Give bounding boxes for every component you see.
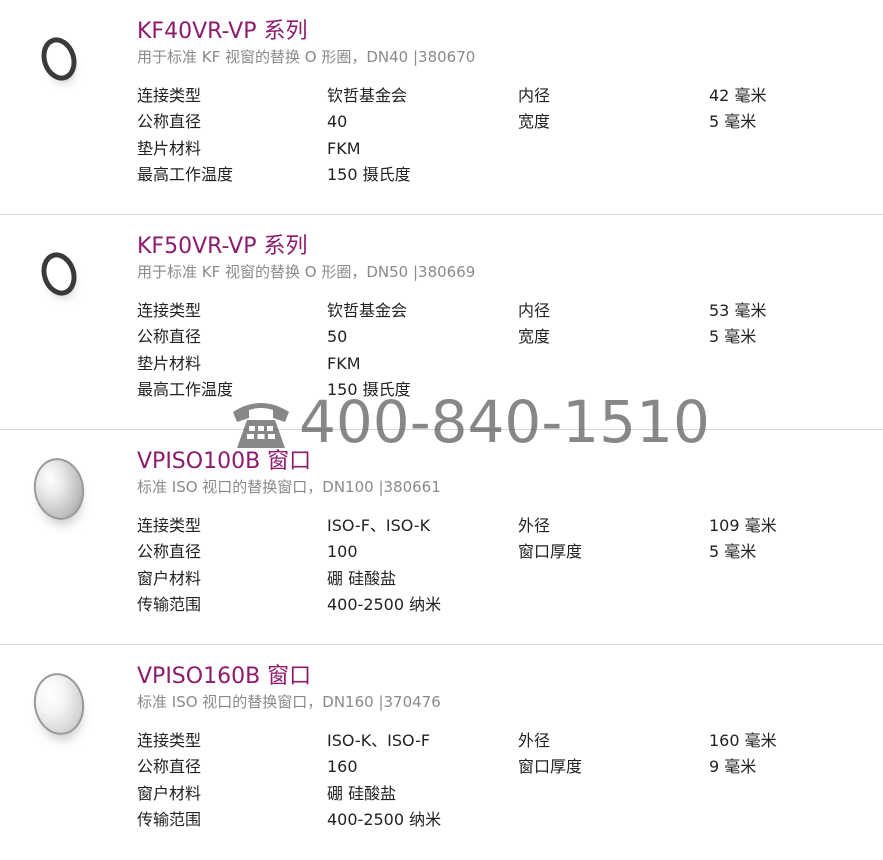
- spec-value: 钦哲基金会: [327, 301, 408, 320]
- spec-value: FKM: [327, 354, 361, 373]
- spec-label: 窗户材料: [137, 569, 202, 588]
- spec-value: 50: [327, 327, 348, 346]
- spec-label: 内径: [518, 86, 551, 105]
- spec-label: 宽度: [518, 112, 551, 131]
- spec-value: 109 毫米: [709, 516, 777, 535]
- spec-value: ISO-K、ISO-F: [327, 731, 431, 750]
- product-subtitle: 标准 ISO 视口的替换窗口，DN160 |370476: [137, 693, 441, 711]
- product-image[interactable]: [0, 434, 118, 544]
- product-title[interactable]: VPISO160B 窗口: [137, 662, 311, 692]
- spec-value: 100: [327, 542, 358, 561]
- spec-label: 垫片材料: [137, 354, 202, 373]
- spec-value: 9 毫米: [709, 757, 757, 776]
- spec-label: 垫片材料: [137, 139, 202, 158]
- product-card-kf40vr-vp: KF40VR-VP 系列 用于标准 KF 视窗的替换 O 形圈，DN40 |38…: [0, 0, 883, 215]
- window-disc-icon: [28, 454, 90, 524]
- product-title[interactable]: KF50VR-VP 系列: [137, 232, 307, 262]
- spec-label: 公称直径: [137, 757, 202, 776]
- window-disc-icon: [28, 669, 90, 739]
- spec-label: 传输范围: [137, 810, 202, 829]
- product-card-vpiso160b: VPISO160B 窗口 标准 ISO 视口的替换窗口，DN160 |37047…: [0, 645, 883, 860]
- spec-value: ISO-F、ISO-K: [327, 516, 431, 535]
- spec-value: 150 摄氏度: [327, 380, 411, 399]
- spec-value: 160 毫米: [709, 731, 777, 750]
- spec-value: 400-2500 纳米: [327, 810, 442, 829]
- product-image[interactable]: [0, 4, 118, 114]
- spec-label: 外径: [518, 516, 551, 535]
- spec-value: 42 毫米: [709, 86, 767, 105]
- spec-label: 连接类型: [137, 516, 202, 535]
- spec-label: 连接类型: [137, 731, 202, 750]
- spec-value: 160: [327, 757, 358, 776]
- spec-value: 钦哲基金会: [327, 86, 408, 105]
- spec-value: 5 毫米: [709, 542, 757, 561]
- product-image[interactable]: [0, 219, 118, 329]
- product-subtitle: 用于标准 KF 视窗的替换 O 形圈，DN50 |380669: [137, 263, 476, 281]
- spec-label: 最高工作温度: [137, 380, 234, 399]
- spec-label: 连接类型: [137, 301, 202, 320]
- spec-label: 传输范围: [137, 595, 202, 614]
- spec-value: 40: [327, 112, 348, 131]
- spec-label: 公称直径: [137, 542, 202, 561]
- spec-label: 连接类型: [137, 86, 202, 105]
- spec-value: 400-2500 纳米: [327, 595, 442, 614]
- spec-value: 5 毫米: [709, 112, 757, 131]
- spec-value: 53 毫米: [709, 301, 767, 320]
- spec-value: 150 摄氏度: [327, 165, 411, 184]
- spec-value: FKM: [327, 139, 361, 158]
- product-subtitle: 标准 ISO 视口的替换窗口，DN100 |380661: [137, 478, 441, 496]
- product-title[interactable]: KF40VR-VP 系列: [137, 17, 307, 47]
- spec-value: 硼 硅酸盐: [327, 784, 397, 803]
- product-card-kf50vr-vp: KF50VR-VP 系列 用于标准 KF 视窗的替换 O 形圈，DN50 |38…: [0, 215, 883, 430]
- spec-label: 宽度: [518, 327, 551, 346]
- spec-value: 5 毫米: [709, 327, 757, 346]
- product-card-vpiso100b: VPISO100B 窗口 标准 ISO 视口的替换窗口，DN100 |38066…: [0, 430, 883, 645]
- spec-label: 窗户材料: [137, 784, 202, 803]
- spec-value: 硼 硅酸盐: [327, 569, 397, 588]
- spec-label: 外径: [518, 731, 551, 750]
- o-ring-icon: [36, 32, 82, 86]
- spec-label: 公称直径: [137, 112, 202, 131]
- spec-label: 窗口厚度: [518, 542, 583, 561]
- spec-label: 公称直径: [137, 327, 202, 346]
- spec-label: 最高工作温度: [137, 165, 234, 184]
- product-subtitle: 用于标准 KF 视窗的替换 O 形圈，DN40 |380670: [137, 48, 476, 66]
- product-title[interactable]: VPISO100B 窗口: [137, 447, 311, 477]
- spec-label: 内径: [518, 301, 551, 320]
- spec-label: 窗口厚度: [518, 757, 583, 776]
- o-ring-icon: [36, 247, 82, 301]
- product-image[interactable]: [0, 649, 118, 759]
